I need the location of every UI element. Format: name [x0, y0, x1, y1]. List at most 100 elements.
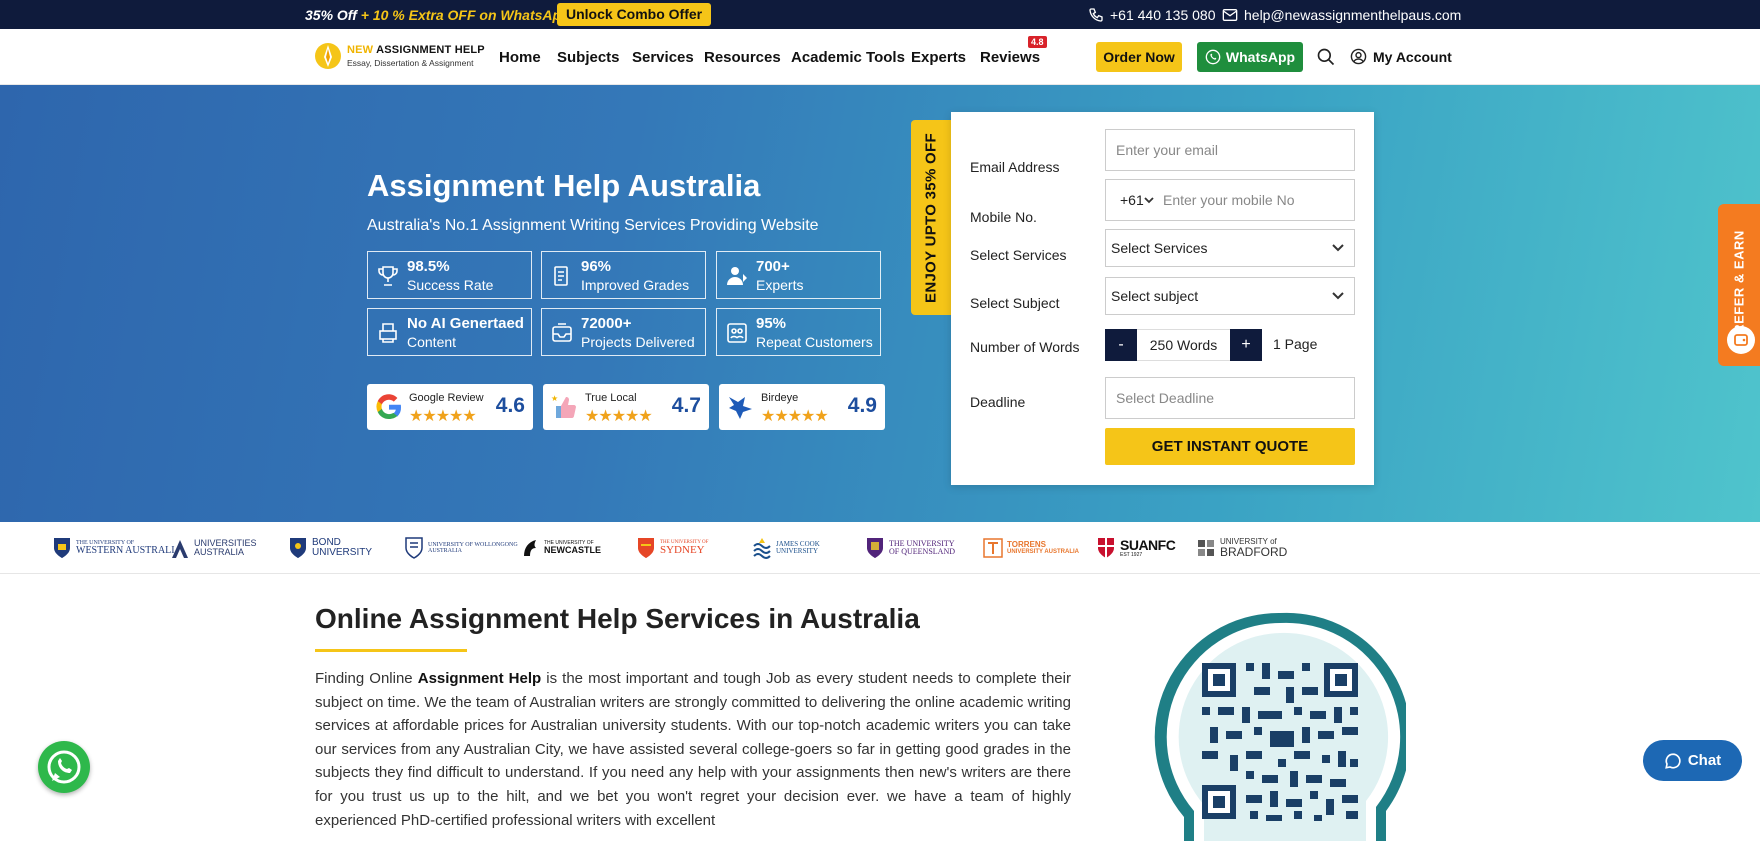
- intro-paragraph: Finding Online Assignment Help is the mo…: [315, 670, 1071, 829]
- decrease-words-button[interactable]: -: [1105, 329, 1137, 361]
- qr-code-graphic: [1154, 611, 1411, 841]
- deadline-label: Deadline: [970, 394, 1026, 410]
- reviews-rating-badge: 4.8: [1028, 36, 1047, 48]
- crest-icon: [1098, 538, 1114, 558]
- whatsapp-float-button[interactable]: [38, 741, 90, 793]
- mobile-field-group: +61 Enter your mobile No: [1105, 179, 1355, 221]
- subject-label: Select Subject: [970, 295, 1060, 311]
- rating-stars: ★★★★★: [409, 408, 477, 425]
- torrens-icon: [983, 538, 1003, 558]
- get-instant-quote-button[interactable]: GET INSTANT QUOTE: [1105, 428, 1355, 465]
- nav-resources[interactable]: Resources: [704, 49, 781, 66]
- order-now-button[interactable]: Order Now: [1096, 42, 1182, 72]
- words-label: Number of Words: [970, 339, 1080, 355]
- email-link[interactable]: help@newassignmenthelpaus.com: [1222, 7, 1461, 23]
- phone-icon: [1089, 8, 1103, 22]
- uni-logo: BOND UNIVERSITY: [288, 534, 372, 562]
- crest-icon: [638, 538, 654, 558]
- whatsapp-button[interactable]: WhatsApp: [1197, 42, 1303, 72]
- phone-link[interactable]: +61 440 135 080: [1088, 7, 1216, 23]
- deadline-field[interactable]: Select Deadline: [1105, 377, 1355, 419]
- main-nav: NEW ASSIGNMENT HELP Essay, Dissertation …: [0, 29, 1760, 85]
- whatsapp-icon: [47, 750, 81, 784]
- section-heading: Online Assignment Help Services in Austr…: [315, 603, 920, 634]
- chat-icon: [1665, 752, 1681, 769]
- stat-improved-grades: 96% Improved Grades: [541, 251, 706, 299]
- truelocal-icon: ★: [551, 394, 576, 418]
- country-code-select[interactable]: +61: [1120, 180, 1144, 220]
- stat-no-ai-content: No AI Genertaed Content: [367, 308, 532, 356]
- trophy-icon: [378, 266, 398, 286]
- hero-title: Assignment Help Australia: [367, 168, 761, 203]
- crest-icon: [290, 538, 306, 558]
- user-icon: [1350, 48, 1367, 65]
- my-account-link[interactable]: My Account: [1350, 48, 1452, 65]
- email-field[interactable]: Enter your email: [1105, 129, 1355, 171]
- top-bar: 35% Off + 10 % Extra OFF on WhatsApp Unl…: [0, 0, 1760, 29]
- uni-logo: UNIVERSITY OF WOLLONGONG AUSTRALIA: [404, 534, 518, 562]
- wallet-icon: [1727, 326, 1755, 354]
- expert-icon: [727, 267, 747, 285]
- true-local-card[interactable]: ★ True Local ★★★★★ 4.7: [543, 384, 709, 430]
- qr-code-icon: [1154, 612, 1411, 841]
- uni-logo: TORRENS UNIVERSITY AUSTRALIA: [983, 534, 1079, 562]
- services-select[interactable]: Select Services: [1105, 229, 1355, 267]
- subject-select[interactable]: Select subject: [1105, 277, 1355, 315]
- whatsapp-icon: [1205, 49, 1221, 65]
- uni-logo: THE UNIVERSITY OF WESTERN AUSTRALIA: [52, 534, 182, 562]
- horse-icon: [524, 540, 536, 556]
- mobile-label: Mobile No.: [970, 209, 1037, 225]
- nav-reviews[interactable]: Reviews: [980, 49, 1040, 66]
- words-count: 250 Words: [1137, 329, 1230, 361]
- customers-icon: [727, 323, 747, 343]
- mail-icon: [1222, 9, 1238, 21]
- stat-experts: 700+ Experts: [716, 251, 881, 299]
- uni-logo: JAMES COOK UNIVERSITY: [752, 534, 820, 562]
- uni-logo: SUANFC EST 1927: [1096, 534, 1176, 562]
- document-icon: [554, 266, 568, 286]
- rating-stars: ★★★★★: [585, 408, 653, 425]
- nav-subjects[interactable]: Subjects: [557, 49, 620, 66]
- chevron-down-icon: [1144, 197, 1154, 204]
- refer-earn-tab[interactable]: REFER & EARN: [1718, 204, 1760, 366]
- services-label: Select Services: [970, 247, 1067, 263]
- quote-form: Email Address Enter your email Mobile No…: [951, 112, 1374, 485]
- birdeye-card[interactable]: Birdeye ★★★★★ 4.9: [719, 384, 885, 430]
- google-review-card[interactable]: Google Review ★★★★★ 4.6: [367, 384, 533, 430]
- stat-projects-delivered: 72000+ Projects Delivered: [541, 308, 706, 356]
- rating-score: 4.6: [495, 394, 525, 417]
- universities-strip: THE UNIVERSITY OF WESTERN AUSTRALIA UNIVE…: [0, 522, 1760, 574]
- promo-text: 35% Off + 10 % Extra OFF on WhatsApp: [305, 7, 570, 23]
- inbox-icon: [552, 323, 572, 342]
- chevron-down-icon: [1332, 244, 1344, 252]
- waves-icon: [753, 538, 771, 559]
- bradford-icon: [1198, 540, 1214, 556]
- birdeye-icon: [729, 397, 752, 419]
- nav-home[interactable]: Home: [499, 49, 541, 66]
- hero-section: Assignment Help Australia Australia's No…: [0, 85, 1760, 522]
- rating-stars: ★★★★★: [761, 408, 829, 425]
- heading-underline: [315, 649, 467, 652]
- hero-subtitle: Australia's No.1 Assignment Writing Serv…: [367, 217, 819, 234]
- crest-icon: [54, 538, 70, 558]
- unlock-combo-button[interactable]: Unlock Combo Offer: [557, 3, 712, 26]
- page-count: 1 Page: [1273, 336, 1318, 352]
- email-label: Email Address: [970, 159, 1060, 175]
- uni-logo: THE UNIVERSITY OF SYDNEY: [636, 534, 708, 562]
- offer-tab: ENJOY UPTO 35% OFF: [911, 120, 951, 315]
- nav-academic-tools[interactable]: Academic Tools: [791, 49, 905, 66]
- uni-logo: UNIVERSITY of BRADFORD: [1196, 534, 1287, 562]
- nav-services[interactable]: Services: [632, 49, 694, 66]
- crest-icon: [867, 538, 883, 558]
- rating-score: 4.7: [671, 394, 701, 417]
- uni-logo: THE UNIVERSITY OF NEWCASTLE: [520, 534, 601, 562]
- increase-words-button[interactable]: +: [1230, 329, 1262, 361]
- pen-logo-icon: [315, 43, 341, 69]
- chat-button[interactable]: Chat: [1643, 740, 1742, 781]
- site-logo[interactable]: NEW ASSIGNMENT HELP Essay, Dissertation …: [315, 39, 485, 73]
- mobile-input[interactable]: Enter your mobile No: [1163, 180, 1295, 220]
- uni-logo: UNIVERSITIES AUSTRALIA: [170, 534, 257, 562]
- nav-experts[interactable]: Experts: [911, 49, 966, 66]
- stat-success-rate: 98.5% Success Rate: [367, 251, 532, 299]
- search-icon[interactable]: [1316, 47, 1336, 67]
